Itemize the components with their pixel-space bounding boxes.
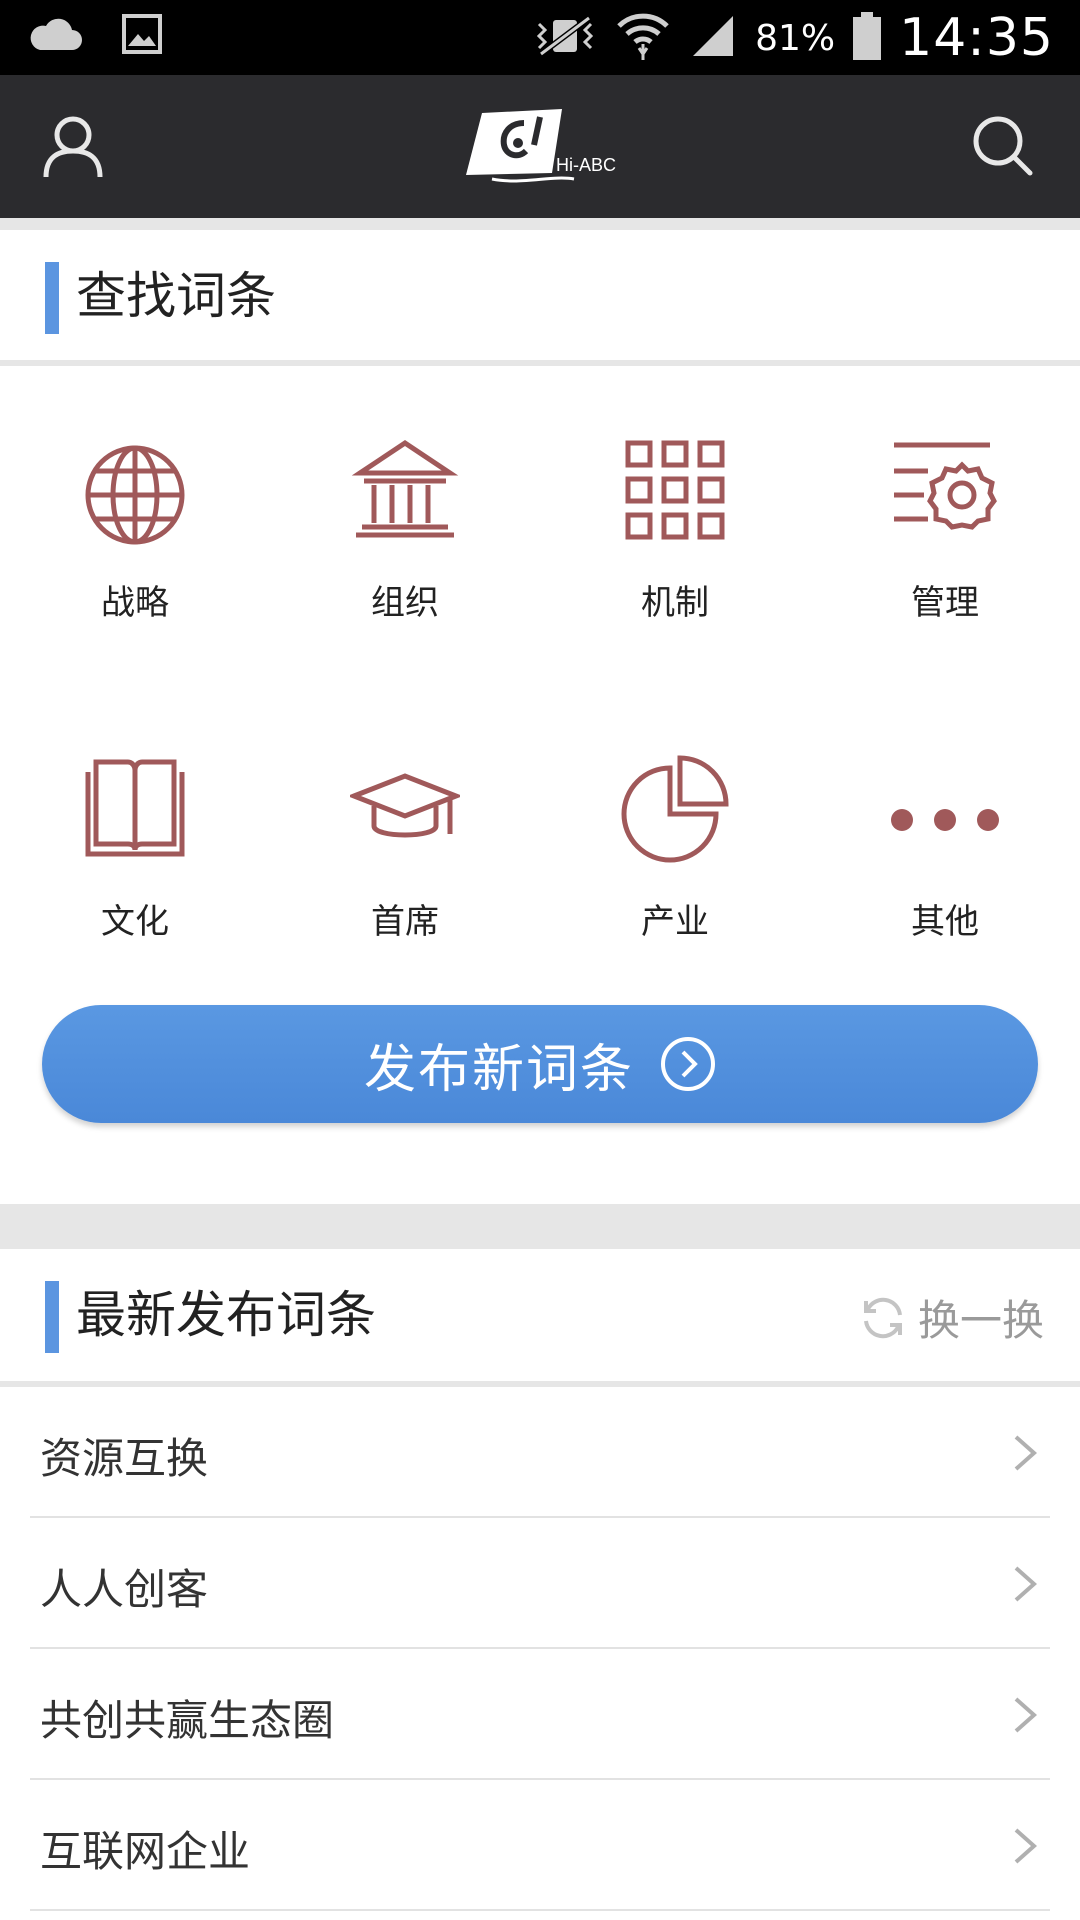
app-header: Hi-ABC — [0, 75, 1080, 218]
publish-new-entry-button[interactable]: 发布新词条 — [42, 1005, 1038, 1123]
clock-time: 14:35 — [899, 8, 1054, 68]
hi-abc-logo: Hi-ABC — [462, 105, 632, 185]
cell-signal-icon — [689, 12, 737, 64]
circle-arrow-right-icon — [660, 1036, 716, 1092]
category-label: 其他 — [911, 902, 979, 942]
settings-gear-icon — [890, 435, 1000, 545]
category-industry[interactable]: 产业 — [540, 754, 810, 984]
list-item[interactable]: 人人创客 — [0, 1518, 1080, 1649]
list-item-label: 人人创客 — [40, 1565, 209, 1614]
category-label: 首席 — [371, 902, 439, 942]
chevron-right-icon — [1010, 1693, 1040, 1737]
vibrate-icon — [533, 14, 597, 62]
category-other[interactable]: 其他 — [810, 754, 1080, 984]
list-item[interactable]: 共创共赢生态圈 — [0, 1649, 1080, 1780]
section-accent-bar — [45, 262, 59, 334]
refresh-button[interactable]: 换一换 — [860, 1287, 1044, 1348]
category-chief[interactable]: 首席 — [270, 754, 540, 984]
section-divider — [0, 360, 1080, 366]
category-mechanism[interactable]: 机制 — [540, 435, 810, 665]
chevron-right-icon — [1010, 1562, 1040, 1606]
chevron-right-icon — [1010, 1824, 1040, 1868]
institution-icon — [350, 435, 460, 545]
category-strategy[interactable]: 战略 — [0, 435, 270, 665]
list-divider — [30, 1909, 1050, 1911]
refresh-label: 换一换 — [917, 1296, 1044, 1345]
latest-entries-header: 最新发布词条 换一换 — [0, 1249, 1080, 1381]
status-bar: 81% 14:35 — [0, 0, 1080, 75]
chevron-right-icon — [1010, 1431, 1040, 1475]
category-label: 机制 — [641, 583, 709, 623]
more-dots-icon — [890, 754, 1000, 864]
battery-icon — [853, 12, 882, 64]
logo-text: Hi-ABC — [556, 155, 616, 175]
graduation-cap-icon — [347, 754, 463, 864]
image-icon — [122, 14, 162, 58]
cloud-icon — [28, 16, 82, 56]
user-icon[interactable] — [40, 113, 106, 179]
section-title: 查找词条 — [76, 267, 276, 325]
category-culture[interactable]: 文化 — [0, 754, 270, 984]
list-item-label: 共创共赢生态圈 — [40, 1696, 335, 1745]
category-label: 组织 — [371, 583, 439, 623]
section-accent-bar — [45, 1281, 59, 1353]
list-item[interactable]: 互联网企业 — [0, 1780, 1080, 1911]
battery-percentage: 81% — [755, 17, 836, 59]
refresh-icon — [860, 1295, 906, 1341]
find-entries-header: 查找词条 — [0, 230, 1080, 362]
section-title: 最新发布词条 — [76, 1286, 376, 1344]
category-organization[interactable]: 组织 — [270, 435, 540, 665]
pie-chart-icon — [620, 754, 730, 864]
category-label: 战略 — [101, 583, 169, 623]
list-item-label: 资源互换 — [40, 1434, 209, 1483]
list-item-label: 互联网企业 — [40, 1827, 251, 1876]
category-management[interactable]: 管理 — [810, 435, 1080, 665]
globe-icon — [80, 435, 190, 545]
category-label: 产业 — [641, 902, 709, 942]
publish-button-label: 发布新词条 — [363, 1039, 634, 1100]
search-icon[interactable] — [970, 113, 1036, 179]
header-divider — [0, 218, 1080, 230]
book-icon — [80, 754, 190, 864]
category-label: 管理 — [911, 583, 979, 623]
category-label: 文化 — [101, 902, 169, 942]
wifi-icon — [615, 10, 671, 66]
list-item[interactable]: 资源互换 — [0, 1387, 1080, 1518]
grid-icon — [620, 435, 730, 545]
section-gap — [0, 1204, 1080, 1249]
